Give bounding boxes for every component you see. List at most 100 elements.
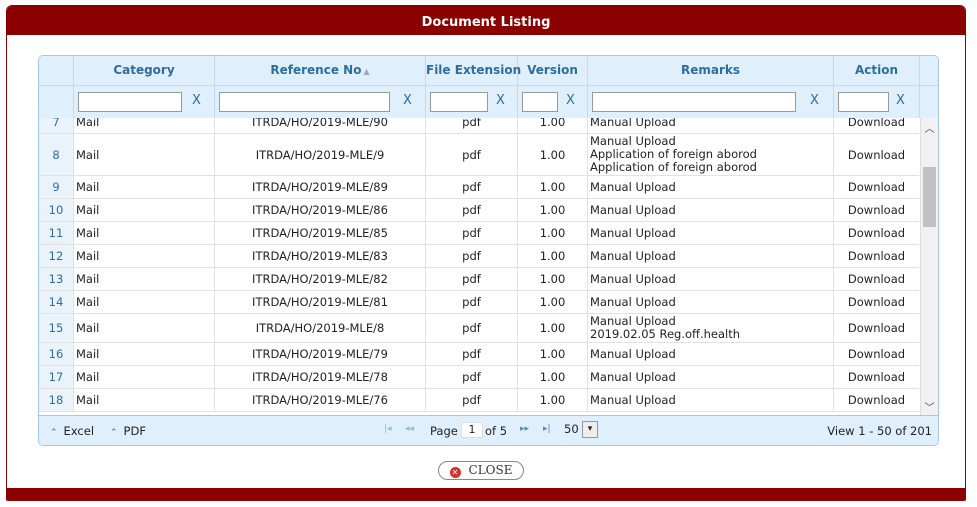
download-link[interactable]: Download bbox=[834, 268, 919, 290]
download-link[interactable]: Download bbox=[834, 222, 919, 244]
version-filter-input[interactable] bbox=[522, 92, 558, 112]
category-filter-clear-icon[interactable]: X bbox=[192, 93, 201, 108]
vertical-scrollbar[interactable]: ︿ ﹀ bbox=[920, 118, 938, 416]
table-row[interactable]: 16 Mail ITRDA/HO/2019-MLE/79 pdf 1.00 Manual … bbox=[39, 343, 919, 366]
download-link[interactable]: Download bbox=[834, 245, 919, 267]
row-number: 17 bbox=[39, 366, 74, 388]
download-link[interactable]: Download bbox=[834, 389, 919, 411]
scroll-up-icon[interactable]: ︿ bbox=[921, 120, 938, 135]
table-row[interactable]: 12 Mail ITRDA/HO/2019-MLE/83 pdf 1.00 Manual … bbox=[39, 245, 919, 268]
table-row[interactable]: 18 Mail ITRDA/HO/2019-MLE/76 pdf 1.00 Manual … bbox=[39, 389, 919, 412]
category-cell: Mail bbox=[74, 245, 215, 267]
remarks-line: Application of foreign aborod bbox=[590, 160, 757, 174]
scroll-down-icon[interactable]: ﹀ bbox=[921, 399, 938, 414]
action-filter-input[interactable] bbox=[838, 92, 889, 112]
remarks-line: Manual Upload bbox=[590, 392, 676, 407]
row-number: 8 bbox=[39, 134, 74, 175]
download-link[interactable]: Download bbox=[834, 314, 919, 342]
row-number: 18 bbox=[39, 389, 74, 411]
download-link[interactable]: Download bbox=[834, 199, 919, 221]
close-button-label: CLOSE bbox=[468, 463, 513, 477]
version-header-label: Version bbox=[527, 63, 578, 77]
remarks-cell: Manual Upload bbox=[588, 343, 834, 365]
table-row[interactable]: 10 Mail ITRDA/HO/2019-MLE/86 pdf 1.00 Manual … bbox=[39, 199, 919, 222]
filter-row-number bbox=[39, 85, 74, 118]
category-cell: Mail bbox=[74, 291, 215, 313]
close-button[interactable]: ✕ CLOSE bbox=[438, 461, 524, 480]
remarks-header-label: Remarks bbox=[680, 63, 741, 77]
remarks-cell: Manual Upload Application of foreign abor… bbox=[588, 134, 834, 175]
table-row[interactable]: 13 Mail ITRDA/HO/2019-MLE/82 pdf 1.00 Manual … bbox=[39, 268, 919, 291]
reference-cell: ITRDA/HO/2019-MLE/81 bbox=[215, 291, 426, 313]
grid-header: Category Reference No ▲ File Extension Ve… bbox=[39, 56, 938, 118]
remarks-cell: Manual Upload bbox=[588, 176, 834, 198]
download-link[interactable]: Download bbox=[834, 176, 919, 198]
row-number: 16 bbox=[39, 343, 74, 365]
records-view-text: View 1 - 50 of 201 bbox=[827, 424, 932, 438]
extension-filter-input[interactable] bbox=[430, 92, 488, 112]
extension-cell: pdf bbox=[426, 176, 518, 198]
reference-cell: ITRDA/HO/2019-MLE/83 bbox=[215, 245, 426, 267]
remarks-filter-input[interactable] bbox=[592, 92, 796, 112]
remarks-cell: Manual Upload bbox=[588, 389, 834, 411]
download-link[interactable]: Download bbox=[834, 134, 919, 175]
remarks-cell: Manual Upload bbox=[588, 199, 834, 221]
remarks-line: Manual Upload bbox=[590, 294, 676, 309]
reference-cell: ITRDA/HO/2019-MLE/89 bbox=[215, 176, 426, 198]
column-header-reference[interactable]: Reference No ▲ bbox=[215, 56, 426, 85]
row-number: 13 bbox=[39, 268, 74, 290]
version-cell: 1.00 bbox=[518, 199, 588, 221]
table-row[interactable]: 11 Mail ITRDA/HO/2019-MLE/85 pdf 1.00 Manual … bbox=[39, 222, 919, 245]
remarks-line: 2019.02.05 Reg.off.health bbox=[590, 327, 741, 341]
remarks-line: Manual Upload bbox=[590, 225, 676, 240]
page-number-input[interactable]: 1 bbox=[461, 422, 483, 438]
prev-page-icon[interactable]: ◂◂ bbox=[405, 424, 414, 434]
version-cell: 1.00 bbox=[518, 268, 588, 290]
sort-icon[interactable]: ▲ bbox=[363, 67, 369, 76]
download-link[interactable]: Download bbox=[834, 343, 919, 365]
table-row[interactable]: 14 Mail ITRDA/HO/2019-MLE/81 pdf 1.00 Manual … bbox=[39, 291, 919, 314]
first-page-icon[interactable]: |◂ bbox=[384, 424, 392, 434]
excel-export-icon: ⌃ bbox=[50, 428, 58, 438]
download-link[interactable]: Download bbox=[834, 291, 919, 313]
category-header-label: Category bbox=[113, 63, 175, 77]
table-row[interactable]: 7 Mail ITRDA/HO/2019-MLE/90 pdf 1.00 Manual U… bbox=[39, 118, 919, 134]
column-header-action[interactable]: Action bbox=[834, 56, 920, 85]
reference-filter-input[interactable] bbox=[219, 92, 390, 112]
action-filter-clear-icon[interactable]: X bbox=[896, 93, 905, 108]
dialog-title: Document Listing bbox=[7, 6, 965, 35]
category-cell: Mail bbox=[74, 118, 215, 133]
remarks-cell: Manual Upload bbox=[588, 366, 834, 388]
table-row[interactable]: 9 Mail ITRDA/HO/2019-MLE/89 pdf 1.00 Manual U… bbox=[39, 176, 919, 199]
next-page-icon[interactable]: ▸▸ bbox=[520, 424, 529, 434]
column-header-extension[interactable]: File Extension bbox=[426, 56, 521, 85]
table-row[interactable]: 8 Mail ITRDA/HO/2019-MLE/9 pdf 1.00 Manual Up… bbox=[39, 134, 919, 176]
table-row[interactable]: 17 Mail ITRDA/HO/2019-MLE/78 pdf 1.00 Manual … bbox=[39, 366, 919, 389]
category-filter-input[interactable] bbox=[78, 92, 182, 112]
version-cell: 1.00 bbox=[518, 222, 588, 244]
export-pdf-button[interactable]: ⌃ PDF bbox=[110, 424, 146, 438]
scrollbar-thumb[interactable] bbox=[923, 167, 936, 227]
last-page-icon[interactable]: ▸| bbox=[543, 424, 551, 434]
export-excel-button[interactable]: ⌃ Excel bbox=[50, 424, 94, 438]
column-header-remarks[interactable]: Remarks bbox=[588, 56, 834, 85]
remarks-filter-clear-icon[interactable]: X bbox=[810, 93, 819, 108]
version-cell: 1.00 bbox=[518, 134, 588, 175]
version-filter-clear-icon[interactable]: X bbox=[566, 93, 575, 108]
reference-cell: ITRDA/HO/2019-MLE/82 bbox=[215, 268, 426, 290]
extension-filter-clear-icon[interactable]: X bbox=[496, 93, 505, 108]
grid-pager: ⌃ Excel ⌃ PDF |◂ ◂◂ Page 1 of 5 ▸▸ ▸| 50 ▾… bbox=[39, 415, 938, 445]
close-icon: ✕ bbox=[449, 467, 461, 478]
column-header-version[interactable]: Version bbox=[518, 56, 588, 85]
remarks-line: Manual Upload bbox=[590, 346, 676, 361]
page-size-select[interactable]: 50 bbox=[564, 422, 579, 436]
download-link[interactable]: Download bbox=[834, 366, 919, 388]
table-row[interactable]: 15 Mail ITRDA/HO/2019-MLE/8 pdf 1.00 Manual U… bbox=[39, 314, 919, 343]
download-link[interactable]: Download bbox=[834, 118, 919, 133]
extension-cell: pdf bbox=[426, 343, 518, 365]
column-header-category[interactable]: Category bbox=[74, 56, 215, 85]
reference-cell: ITRDA/HO/2019-MLE/79 bbox=[215, 343, 426, 365]
remarks-line: Manual Upload bbox=[590, 248, 676, 263]
chevron-down-icon[interactable]: ▾ bbox=[582, 421, 598, 438]
reference-filter-clear-icon[interactable]: X bbox=[403, 93, 412, 108]
